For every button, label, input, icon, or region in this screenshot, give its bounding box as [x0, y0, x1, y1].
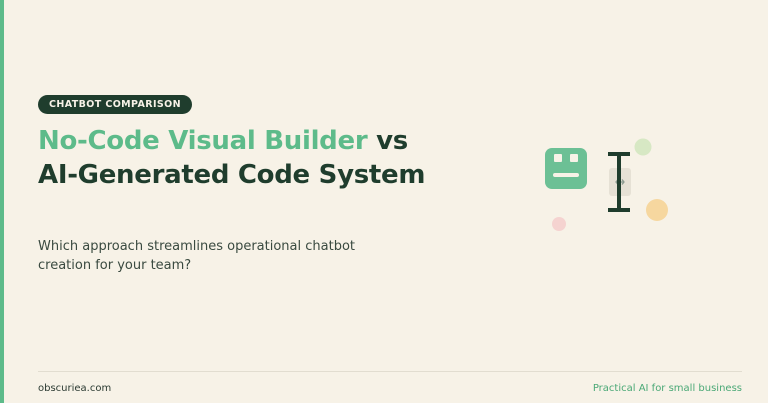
pink-dot: [552, 217, 566, 231]
hero-illustration: [545, 138, 668, 231]
footer-divider: [38, 371, 742, 372]
category-badge: CHATBOT COMPARISON: [38, 95, 192, 114]
green-dot: [634, 138, 652, 156]
orange-dot: [646, 199, 668, 221]
subtitle: Which approach streamlines operational c…: [38, 239, 355, 273]
title-connector: vs: [367, 126, 408, 156]
footer-site: obscuriea.com: [38, 383, 112, 394]
left-accent-stripe: [0, 0, 4, 403]
title-accent: No-Code Visual Builder: [38, 126, 368, 156]
robot-icon: [545, 148, 587, 189]
page-title: No-Code Visual Builder vs AI-Generated Co…: [38, 124, 458, 192]
text-cursor-icon: [608, 152, 631, 212]
title-rest: AI-Generated Code System: [38, 160, 426, 190]
footer-tagline: Practical AI for small business: [592, 383, 742, 394]
